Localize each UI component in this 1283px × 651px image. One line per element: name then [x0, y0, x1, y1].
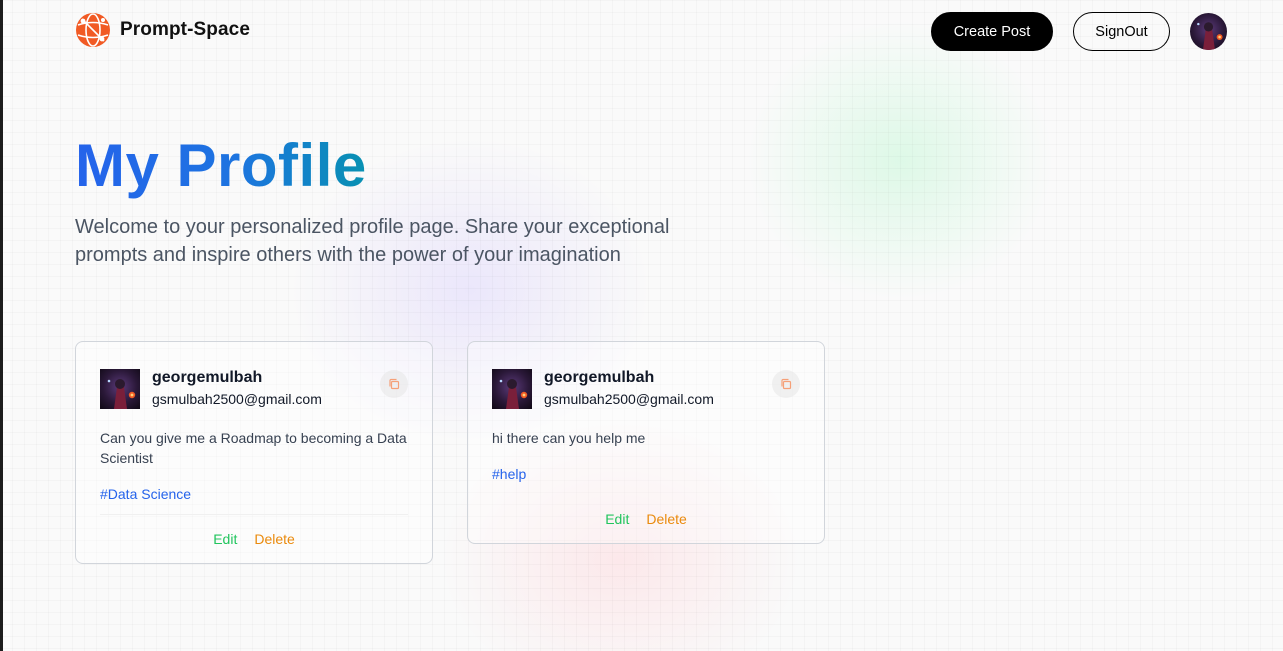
user-email: gsmulbah2500@gmail.com: [152, 391, 322, 407]
window-edge: [0, 0, 3, 651]
brand-logo-link[interactable]: Prompt-Space: [75, 12, 250, 48]
prompt-tag[interactable]: #Data Science: [100, 484, 408, 504]
profile-avatar[interactable]: [1190, 13, 1227, 50]
prompt-card: georgemulbah gsmulbah2500@gmail.com Can …: [75, 341, 433, 564]
card-header[interactable]: georgemulbah gsmulbah2500@gmail.com: [100, 367, 408, 410]
user-info: georgemulbah gsmulbah2500@gmail.com: [152, 367, 380, 410]
copy-icon: [781, 378, 792, 390]
prompt-text: hi there can you help me: [492, 430, 646, 446]
card-header[interactable]: georgemulbah gsmulbah2500@gmail.com: [492, 367, 800, 410]
brand-name: Prompt-Space: [120, 19, 251, 40]
edit-button[interactable]: Edit: [213, 531, 237, 547]
username: georgemulbah: [544, 369, 655, 386]
page-title: My Profile: [75, 126, 367, 206]
card-actions: Edit Delete: [492, 494, 800, 543]
delete-button[interactable]: Delete: [254, 531, 294, 547]
copy-icon: [389, 378, 400, 390]
user-email: gsmulbah2500@gmail.com: [544, 391, 714, 407]
user-avatar: [100, 369, 140, 409]
prompt-tag[interactable]: #help: [492, 464, 800, 484]
signout-button[interactable]: SignOut: [1073, 12, 1170, 51]
globe-network-icon: [76, 13, 110, 47]
copy-button[interactable]: [772, 370, 800, 398]
copy-button[interactable]: [380, 370, 408, 398]
nav-actions: Create Post SignOut: [931, 12, 1227, 51]
delete-button[interactable]: Delete: [646, 511, 686, 527]
edit-button[interactable]: Edit: [605, 511, 629, 527]
page-description: Welcome to your personalized profile pag…: [75, 216, 670, 266]
create-post-button[interactable]: Create Post: [931, 12, 1053, 51]
user-avatar: [492, 369, 532, 409]
user-info: georgemulbah gsmulbah2500@gmail.com: [544, 367, 772, 410]
prompt-text: Can you give me a Roadmap to becoming a …: [100, 430, 407, 466]
prompt-card: georgemulbah gsmulbah2500@gmail.com hi t…: [467, 341, 825, 544]
card-actions: Edit Delete: [100, 514, 408, 563]
username: georgemulbah: [152, 369, 263, 386]
